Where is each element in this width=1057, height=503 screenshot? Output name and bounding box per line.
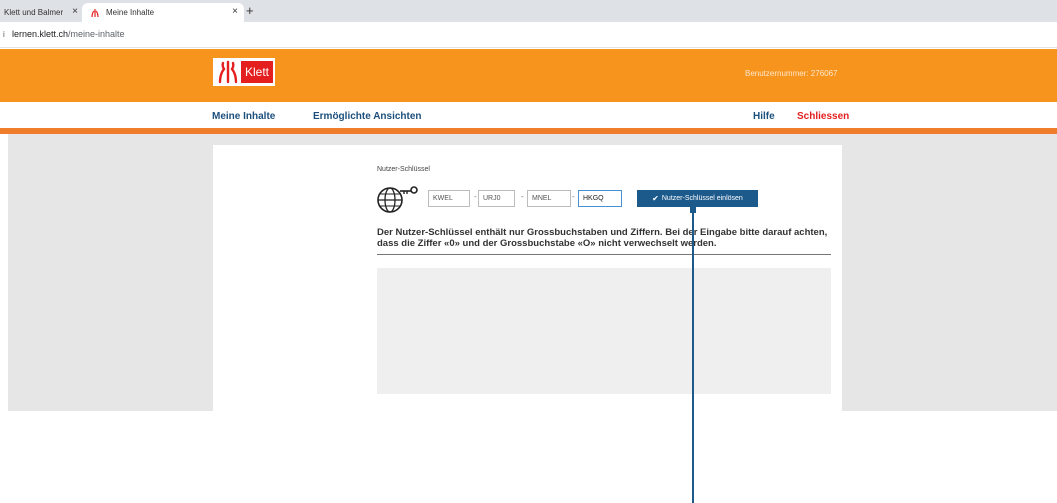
url-host: lernen.klett.ch xyxy=(12,29,69,39)
key-separator: - xyxy=(572,192,575,201)
new-tab-button[interactable]: + xyxy=(246,3,254,19)
browser-tab-klett[interactable]: Klett und Balmer × xyxy=(0,3,80,22)
site-header xyxy=(0,49,1057,102)
globe-key-icon xyxy=(377,186,418,213)
tab-title: Meine Inhalte xyxy=(106,8,155,17)
content-result-panel xyxy=(377,268,831,394)
key-separator: - xyxy=(521,192,524,201)
tab-close-icon[interactable]: × xyxy=(232,6,238,17)
redeem-button-label: Nutzer-Schlüssel einlösen xyxy=(661,195,743,202)
callout-line xyxy=(692,212,694,503)
key-label: Nutzer-Schlüssel xyxy=(377,166,430,173)
key-hint-text: Der Nutzer-Schlüssel enthält nur Grossbu… xyxy=(377,227,828,249)
browser-tab-meine-inhalte[interactable]: Meine Inhalte × xyxy=(82,3,244,22)
nav-schliessen[interactable]: Schliessen xyxy=(797,111,849,122)
redeem-key-button[interactable]: ✔ Nutzer-Schlüssel einlösen xyxy=(637,190,758,207)
tab-title: Klett und Balmer xyxy=(4,8,64,17)
checkmark-icon: ✔ xyxy=(652,194,659,203)
browser-tabstrip: Klett und Balmer × Meine Inhalte × + xyxy=(0,0,1057,22)
info-icon[interactable]: i xyxy=(3,30,5,39)
key-field-4[interactable] xyxy=(578,190,622,207)
key-separator: - xyxy=(474,192,477,201)
key-field-2[interactable] xyxy=(478,190,515,207)
nav-hilfe[interactable]: Hilfe xyxy=(753,111,775,122)
klett-logo[interactable]: Klett xyxy=(213,58,275,86)
url-text[interactable]: lernen.klett.ch/meine-inhalte xyxy=(12,29,125,39)
address-bar[interactable]: i lernen.klett.ch/meine-inhalte xyxy=(0,22,1057,48)
url-path: /meine-inhalte xyxy=(68,29,125,39)
nav-ermoeglichte-ansichten[interactable]: Ermöglichte Ansichten xyxy=(313,111,422,122)
nav-meine-inhalte[interactable]: Meine Inhalte xyxy=(212,111,275,122)
klett-favicon-icon xyxy=(91,8,99,17)
klett-logo-icon xyxy=(218,60,238,84)
tab-close-icon[interactable]: × xyxy=(72,6,78,17)
key-field-1[interactable] xyxy=(428,190,470,207)
key-field-3[interactable] xyxy=(527,190,571,207)
hint-divider xyxy=(377,254,831,255)
logo-text: Klett xyxy=(241,61,274,83)
user-number: Benutzernummer: 276067 xyxy=(745,69,838,78)
site-nav xyxy=(0,102,1057,128)
